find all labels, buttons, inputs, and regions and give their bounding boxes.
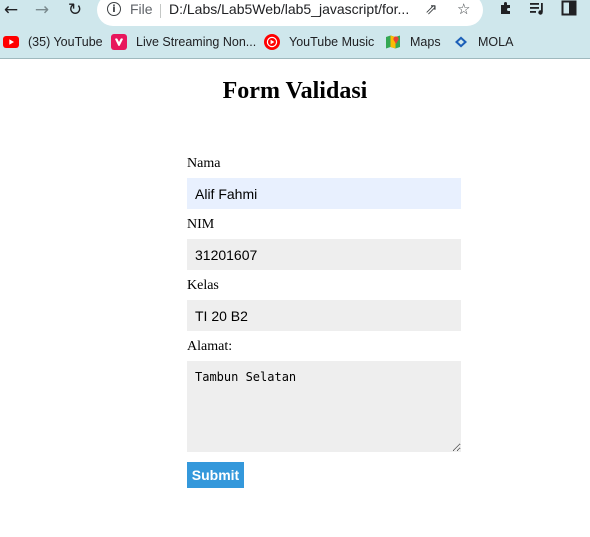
nama-label: Nama: [187, 156, 221, 171]
extensions-icon[interactable]: [498, 0, 514, 20]
browser-toolbar: ← → ↻ i File D:/Labs/Lab5Web/lab5_javasc…: [0, 0, 590, 27]
vidio-icon: [111, 34, 127, 50]
kelas-label: Kelas: [187, 278, 219, 293]
media-control-icon[interactable]: [529, 0, 546, 20]
bookmark-youtube-music[interactable]: YouTube Music: [264, 32, 374, 52]
bookmark-maps[interactable]: Maps: [385, 32, 441, 52]
youtube-music-icon: [264, 34, 280, 50]
bookmark-label: Maps: [410, 35, 441, 49]
info-icon[interactable]: i: [107, 2, 121, 16]
bookmark-label: YouTube Music: [289, 35, 375, 49]
side-panel-icon[interactable]: [561, 0, 577, 20]
alamat-label: Alamat:: [187, 339, 233, 354]
bookmark-live-streaming[interactable]: Live Streaming Non...: [111, 32, 256, 52]
omnibox-divider: [160, 4, 161, 18]
scheme-label: File: [130, 1, 153, 17]
nim-label: NIM: [187, 217, 215, 232]
reload-icon[interactable]: ↻: [64, 0, 86, 20]
url-text[interactable]: D:/Labs/Lab5Web/lab5_javascript/for...: [169, 1, 409, 17]
mola-icon: [453, 34, 469, 50]
bookmark-label: MOLA: [478, 35, 514, 49]
youtube-icon: [3, 34, 19, 50]
bookmark-youtube[interactable]: (35) YouTube: [3, 32, 103, 52]
alamat-textarea[interactable]: Tambun Selatan: [187, 361, 461, 452]
bookmark-label: Live Streaming Non...: [136, 35, 257, 49]
share-icon[interactable]: ⇗: [425, 0, 438, 18]
bookmark-label: (35) YouTube: [28, 35, 103, 49]
kelas-input[interactable]: [187, 300, 461, 331]
bookmark-star-icon[interactable]: ☆: [457, 0, 470, 18]
address-bar[interactable]: i File D:/Labs/Lab5Web/lab5_javascript/f…: [97, 0, 483, 26]
back-arrow-icon[interactable]: ←: [0, 0, 22, 20]
validation-form: Nama NIM Kelas Alamat: Tambun Selatan Su…: [187, 155, 461, 488]
bookmarks-bar: (35) YouTube Live Streaming Non... YouTu…: [0, 27, 590, 59]
page-title: Form Validasi: [222, 78, 368, 104]
maps-icon: [385, 34, 401, 50]
nama-input[interactable]: [187, 178, 461, 209]
nim-input[interactable]: [187, 239, 461, 270]
forward-arrow-icon[interactable]: →: [31, 0, 53, 20]
submit-button[interactable]: Submit: [187, 462, 244, 488]
bookmark-mola[interactable]: MOLA: [453, 32, 513, 52]
